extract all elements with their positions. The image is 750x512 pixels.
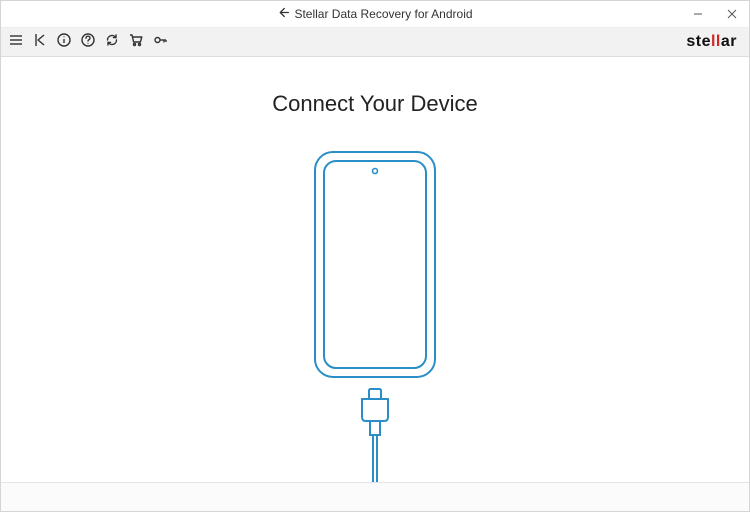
app-back-icon bbox=[277, 6, 290, 22]
brand-accent: ll bbox=[711, 33, 721, 50]
key-button[interactable] bbox=[151, 33, 169, 51]
info-button[interactable] bbox=[55, 33, 73, 51]
help-button[interactable] bbox=[79, 33, 97, 51]
toolbar: stellar bbox=[1, 28, 749, 57]
back-to-start-icon bbox=[32, 32, 48, 53]
back-button[interactable] bbox=[31, 33, 49, 51]
brand-prefix: ste bbox=[686, 33, 711, 50]
titlebar: Stellar Data Recovery for Android bbox=[1, 1, 749, 28]
phone-cable-icon bbox=[300, 147, 450, 482]
menu-button[interactable] bbox=[7, 33, 25, 51]
app-window: Stellar Data Recovery for Android bbox=[0, 0, 750, 512]
help-icon bbox=[80, 32, 96, 53]
main-content: Connect Your Device bbox=[1, 57, 749, 482]
menu-icon bbox=[8, 32, 24, 53]
cart-button[interactable] bbox=[127, 33, 145, 51]
close-button[interactable] bbox=[715, 1, 749, 27]
window-controls bbox=[681, 1, 749, 27]
brand-logo: stellar bbox=[686, 33, 743, 51]
key-icon bbox=[152, 32, 168, 53]
minimize-button[interactable] bbox=[681, 1, 715, 27]
info-icon bbox=[56, 32, 72, 53]
cart-icon bbox=[128, 32, 144, 53]
device-illustration bbox=[300, 147, 450, 482]
page-heading: Connect Your Device bbox=[272, 91, 477, 117]
brand-suffix: ar bbox=[721, 33, 737, 50]
refresh-button[interactable] bbox=[103, 33, 121, 51]
title-wrap: Stellar Data Recovery for Android bbox=[1, 6, 749, 22]
refresh-icon bbox=[104, 32, 120, 53]
app-title: Stellar Data Recovery for Android bbox=[294, 7, 472, 21]
status-bar bbox=[1, 482, 749, 511]
